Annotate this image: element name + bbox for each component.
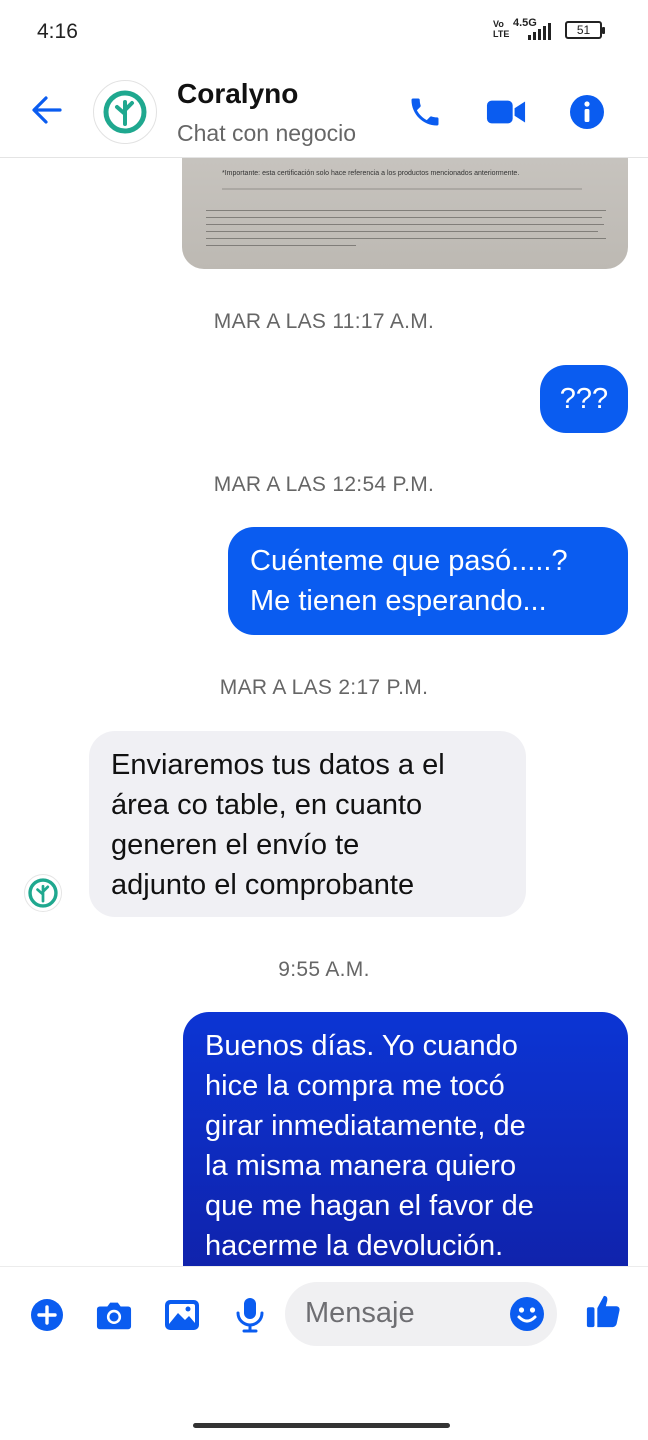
battery-icon: 51	[565, 21, 605, 39]
timestamp: MAR A LAS 12:54 P.M.	[213, 473, 435, 496]
message-placeholder: Mensaje	[305, 1297, 415, 1329]
camera-icon	[96, 1302, 132, 1330]
coralyno-logo-icon	[103, 90, 147, 134]
message-text: Enviaremos tus datos a el	[111, 749, 445, 781]
timestamp: 9:55 A.M.	[278, 958, 370, 981]
like-button[interactable]	[585, 1293, 621, 1329]
document-important-note: *Importante: esta certificación solo hac…	[222, 170, 520, 177]
outgoing-message[interactable]: ???	[540, 365, 628, 433]
message-text: Me tienen esperando...	[250, 585, 547, 617]
arrow-left-icon	[32, 96, 62, 124]
video-camera-icon	[486, 100, 526, 124]
info-icon	[570, 95, 604, 129]
coralyno-logo-icon	[28, 878, 58, 908]
volte-label: Vo	[493, 19, 504, 29]
outgoing-message[interactable]: Cuénteme que pasó.....? Me tienen espera…	[228, 527, 628, 635]
status-time: 4:16	[37, 20, 78, 43]
message-text: la misma manera quiero	[205, 1150, 517, 1182]
message-text: adjunto el comprobante	[111, 869, 415, 901]
message-text: generen el envío te	[111, 829, 360, 861]
phone-icon	[411, 98, 439, 126]
document-image-message[interactable]: *Importante: esta certificación solo hac…	[182, 158, 628, 269]
info-button[interactable]	[567, 92, 607, 132]
incoming-message[interactable]: Enviaremos tus datos a el área co table,…	[89, 731, 526, 917]
contact-subtitle: Chat con negocio	[177, 120, 357, 146]
lte-label: LTE	[493, 29, 510, 39]
voice-call-button[interactable]	[405, 92, 445, 132]
message-list[interactable]: *Importante: esta certificación solo hac…	[0, 158, 648, 1266]
message-text: hacerme la devolución.	[205, 1230, 504, 1262]
more-actions-button[interactable]	[29, 1297, 65, 1333]
timestamp: MAR A LAS 2:17 P.M.	[219, 676, 429, 699]
outgoing-message[interactable]: Buenos días. Yo cuando hice la compra me…	[183, 1012, 628, 1266]
message-text: Cuénteme que pasó.....?	[250, 545, 568, 577]
contact-avatar[interactable]	[93, 80, 157, 144]
message-text: hice la compra me tocó	[205, 1070, 505, 1102]
sender-avatar[interactable]	[24, 874, 62, 912]
network-indicator: Vo LTE	[493, 19, 509, 39]
message-text: ???	[559, 383, 609, 415]
battery-level: 51	[576, 23, 591, 37]
message-text: girar inmediatamente, de	[205, 1110, 526, 1142]
thumbs-up-icon	[586, 1295, 620, 1328]
voice-message-button[interactable]	[232, 1297, 268, 1333]
gallery-icon	[165, 1300, 199, 1330]
contact-name[interactable]: Coralyno	[177, 78, 298, 110]
back-button[interactable]	[28, 92, 66, 128]
message-composer: Mensaje	[0, 1266, 648, 1366]
home-indicator[interactable]	[193, 1423, 450, 1428]
message-text: Buenos días. Yo cuando	[205, 1030, 518, 1062]
emoji-icon	[510, 1297, 544, 1331]
plus-icon	[31, 1299, 63, 1331]
message-text: que me hagan el favor de	[205, 1190, 534, 1222]
message-text: área co table, en cuanto	[111, 789, 423, 821]
signal-icon	[528, 22, 551, 40]
emoji-button[interactable]	[509, 1296, 545, 1332]
camera-button[interactable]	[96, 1297, 132, 1333]
video-call-button[interactable]	[486, 92, 526, 132]
timestamp: MAR A LAS 11:17 A.M.	[213, 310, 435, 333]
microphone-icon	[236, 1298, 264, 1333]
chat-header: Coralyno Chat con negocio	[0, 62, 648, 158]
message-input[interactable]: Mensaje	[285, 1282, 557, 1346]
status-bar: 4:16 Vo LTE 4.5G 51	[0, 0, 648, 62]
gallery-button[interactable]	[164, 1297, 200, 1333]
